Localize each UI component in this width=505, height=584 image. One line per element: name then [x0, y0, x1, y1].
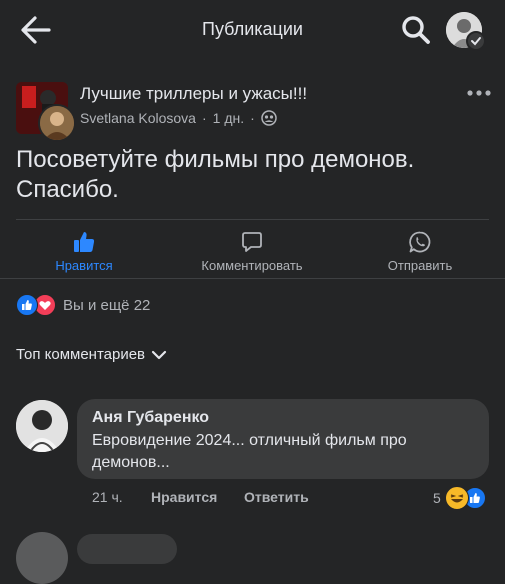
- chevron-down-icon: [151, 350, 167, 359]
- check-icon: [471, 37, 481, 46]
- comment-button[interactable]: Комментировать: [177, 230, 327, 274]
- author-avatar[interactable]: [38, 104, 76, 142]
- meta-separator: ·: [250, 110, 255, 126]
- post-meta: Svetlana Kolosova · 1 дн. ·: [80, 110, 277, 126]
- haha-reaction-icon: [444, 486, 469, 510]
- commenter-avatar[interactable]: [16, 400, 68, 452]
- comment-time[interactable]: 21 ч.: [92, 489, 123, 505]
- like-button[interactable]: Нравится: [9, 230, 159, 274]
- search-icon: [402, 16, 430, 44]
- comments-sort-dropdown[interactable]: Топ комментариев: [16, 346, 167, 363]
- top-bar: Публикации: [0, 0, 505, 60]
- thumbs-up-icon: [74, 232, 95, 252]
- group-name[interactable]: Лучшие триллеры и ужасы!!!: [80, 84, 307, 104]
- comment-reaction-count: 5: [433, 490, 441, 506]
- more-options-button[interactable]: [464, 82, 494, 104]
- author-name[interactable]: Svetlana Kolosova: [80, 110, 196, 126]
- reactions-summary[interactable]: Вы и ещё 22: [16, 294, 150, 316]
- next-comment-bubble: [77, 534, 177, 564]
- comment-like-button[interactable]: Нравится: [151, 489, 217, 505]
- commenter-photo: [16, 400, 68, 452]
- search-button[interactable]: [398, 12, 434, 48]
- post-text: Посоветуйте фильмы про демонов. Спасибо.: [16, 146, 415, 203]
- comment-label: Комментировать: [201, 258, 303, 273]
- comment-text: Евровидение 2024... отличный фильм про д…: [92, 432, 407, 471]
- divider: [16, 219, 489, 220]
- like-reaction-icon: [16, 294, 38, 316]
- comment-reply-button[interactable]: Ответить: [244, 489, 309, 505]
- whatsapp-icon: [409, 231, 431, 253]
- commenter-name[interactable]: Аня Губаренко: [92, 409, 209, 427]
- like-label: Нравится: [55, 258, 113, 273]
- account-check-badge: [466, 31, 486, 51]
- post-time[interactable]: 1 дн.: [213, 110, 244, 126]
- divider: [0, 278, 505, 279]
- share-label: Отправить: [387, 258, 453, 273]
- reactions-count: Вы и ещё 22: [63, 296, 151, 314]
- sort-label: Топ комментариев: [16, 346, 146, 363]
- more-dots-icon: [467, 90, 491, 96]
- author-photo: [40, 106, 74, 140]
- comment-reactions[interactable]: 5: [433, 486, 486, 510]
- share-button[interactable]: Отправить: [345, 230, 495, 274]
- meta-separator: ·: [201, 110, 207, 126]
- group-privacy-icon: [261, 110, 277, 126]
- comment-bubble-icon: [242, 232, 262, 252]
